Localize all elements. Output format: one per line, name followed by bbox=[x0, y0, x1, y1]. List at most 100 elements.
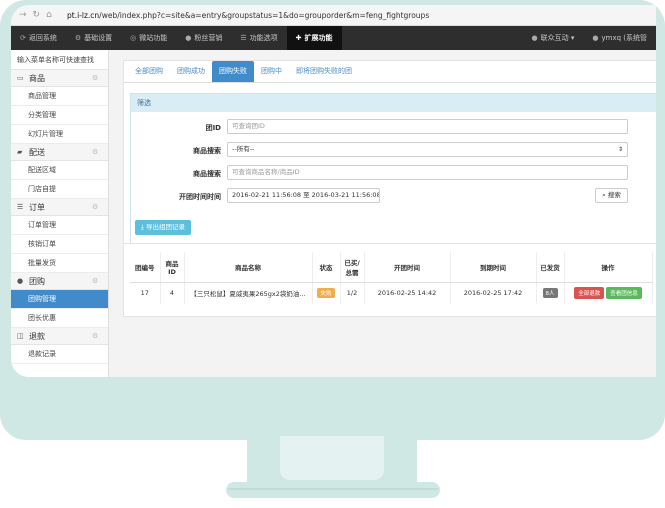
col-group-no: 团编号 bbox=[130, 252, 161, 283]
shipped-badge: 8人 bbox=[542, 288, 558, 299]
sidebar-item-order-manage[interactable]: 订单管理 bbox=[11, 216, 108, 235]
url-host: pt.i-lz.cn bbox=[67, 10, 100, 20]
page: → ↻ ⌂ pt.i-lz.cn/web/index.php?c=site&a=… bbox=[0, 0, 665, 508]
sidebar-item-refund-records[interactable]: 退款记录 bbox=[11, 345, 108, 364]
nav-microsite[interactable]: ◎ 微站功能 bbox=[121, 26, 176, 50]
sidebar-item-batch-ship[interactable]: 批量发货 bbox=[11, 254, 108, 273]
col-product-id: 商品ID bbox=[160, 252, 185, 283]
gear-icon[interactable]: ⚙ bbox=[92, 332, 108, 340]
product-keyword-label: 商品搜索 bbox=[193, 170, 221, 178]
tab-all[interactable]: 全部团购 bbox=[128, 61, 170, 82]
gear-icon[interactable]: ⚙ bbox=[92, 74, 108, 82]
top-right-menu: ● 联众互动 ▾ ● ymxq (系统管 bbox=[523, 26, 656, 50]
monitor-stand-base-line bbox=[228, 488, 438, 490]
col-bought-total: 已买/总需 bbox=[340, 252, 365, 283]
status-tabs: 全部团购 团购成功 团购失败 团购中 即将团购失败的团 bbox=[124, 61, 656, 83]
sidebar-group-delivery[interactable]: ▰ 配送 ⚙ bbox=[11, 144, 108, 161]
sidebar-group-group-buy[interactable]: ● 团购 ⚙ bbox=[11, 273, 108, 290]
nav-function-options[interactable]: ☰ 功能选项 bbox=[231, 26, 286, 50]
sidebar: 输入菜单名称可快速查找 ▭ 商品 ⚙ 商品管理 分类管理 幻灯片管理 ▰ 配送 ⚙ 配送… bbox=[11, 50, 109, 377]
sidebar-item-delivery-area[interactable]: 配送区域 bbox=[11, 161, 108, 180]
group-table-panel: 团编号 商品ID 商品名称 状态 已买/总需 开团时间 到期时间 已发货 操作 bbox=[123, 243, 656, 317]
cell-expire-time: 2016-02-25 17:42 bbox=[450, 282, 537, 304]
menu-search-input[interactable]: 输入菜单名称可快速查找 bbox=[11, 50, 108, 70]
download-icon: ⤓ bbox=[141, 223, 144, 231]
view-group-info-button[interactable]: 查看团信息 bbox=[606, 287, 642, 300]
sidebar-item-leader-discount[interactable]: 团长优惠 bbox=[11, 309, 108, 328]
table-header-row: 团编号 商品ID 商品名称 状态 已买/总需 开团时间 到期时间 已发货 操作 bbox=[130, 252, 653, 283]
export-button[interactable]: ⤓ 导出组团记录 bbox=[135, 220, 191, 235]
chevron-updown-icon: ⇕ bbox=[617, 146, 623, 153]
search-icon: ⌕ bbox=[602, 191, 606, 199]
sidebar-item-store-pickup[interactable]: 门店自提 bbox=[11, 180, 108, 199]
cell-group-no: 17 bbox=[130, 282, 161, 304]
cell-product-id: 4 bbox=[160, 282, 185, 304]
inbox-icon: ▭ bbox=[17, 74, 24, 82]
nav-extensions[interactable]: ✚ 扩展功能 bbox=[286, 26, 342, 50]
sidebar-item-verify-orders[interactable]: 核销订单 bbox=[11, 235, 108, 254]
home-icon[interactable]: ⌂ bbox=[46, 10, 52, 20]
tab-success[interactable]: 团购成功 bbox=[170, 61, 212, 82]
users-icon: ● bbox=[185, 34, 192, 42]
product-search-select[interactable]: --所有-- ⇕ bbox=[227, 142, 628, 157]
filter-panel: 筛选 团ID 可查询团ID 商品搜索 --所有-- ⇕ 商品搜索 可查询商品名称/… bbox=[130, 93, 656, 245]
monitor-stand-highlight bbox=[280, 436, 384, 480]
gear-icon: ⚙ bbox=[74, 34, 82, 42]
screen: → ↻ ⌂ pt.i-lz.cn/web/index.php?c=site&a=… bbox=[11, 5, 656, 377]
cell-open-time: 2016-02-25 14:42 bbox=[364, 282, 451, 304]
product-search-label: 商品搜索 bbox=[193, 147, 221, 155]
tab-failed[interactable]: 团购失败 bbox=[212, 61, 254, 82]
open-time-label: 开团时间时间 bbox=[179, 193, 221, 201]
col-actions: 操作 bbox=[564, 252, 653, 283]
cell-bought-total: 1/2 bbox=[340, 282, 365, 304]
search-button[interactable]: ⌕ 搜索 bbox=[595, 188, 628, 203]
nav-fan-marketing[interactable]: ● 粉丝营销 bbox=[176, 26, 231, 50]
open-time-range-picker[interactable]: 2016-02-21 11:56:08 至 2016-03-21 11:56:0… bbox=[227, 188, 380, 203]
table-row: 17 4 【三只松鼠】夏威夷果265gx2袋奶油... 失败 1/2 2016-… bbox=[130, 282, 653, 304]
user-icon: ● bbox=[592, 34, 599, 42]
back-arrow-icon[interactable]: → bbox=[19, 10, 27, 20]
status-badge: 失败 bbox=[317, 288, 335, 299]
nav-basic-settings[interactable]: ⚙ 基础设置 bbox=[66, 26, 121, 50]
col-product-name: 商品名称 bbox=[184, 252, 313, 283]
globe-icon: ◎ bbox=[130, 34, 137, 42]
users-icon: ● bbox=[531, 34, 538, 42]
top-navigation: ⟳ 返回系统 ⚙ 基础设置 ◎ 微站功能 ● 粉丝营销 ☰ 功能选项 ✚ 扩展功能 ● 联众互… bbox=[11, 26, 656, 50]
filter-title: 筛选 bbox=[131, 94, 656, 112]
gear-icon[interactable]: ⚙ bbox=[92, 277, 108, 285]
tab-in-progress[interactable]: 团购中 bbox=[254, 61, 289, 82]
group-table: 团编号 商品ID 商品名称 状态 已买/总需 开团时间 到期时间 已发货 操作 bbox=[130, 252, 653, 304]
nav-return-system[interactable]: ⟳ 返回系统 bbox=[11, 26, 66, 50]
product-keyword-input[interactable]: 可查询商品名称/商品ID bbox=[227, 165, 628, 180]
sidebar-item-goods-manage[interactable]: 商品管理 bbox=[11, 87, 108, 106]
list-icon: ☰ bbox=[17, 203, 24, 211]
col-expire-time: 到期时间 bbox=[450, 252, 537, 283]
gear-icon[interactable]: ⚙ bbox=[92, 148, 108, 156]
sidebar-group-orders[interactable]: ☰ 订单 ⚙ bbox=[11, 199, 108, 216]
account-dropdown[interactable]: ● 联众互动 ▾ bbox=[523, 26, 584, 50]
reload-icon[interactable]: ↻ bbox=[33, 10, 41, 20]
group-id-label: 团ID bbox=[205, 124, 221, 132]
list-icon: ☰ bbox=[240, 34, 247, 42]
cell-product-name: 【三只松鼠】夏威夷果265gx2袋奶油... bbox=[184, 282, 313, 304]
gear-icon[interactable]: ⚙ bbox=[92, 203, 108, 211]
truck-icon: ▰ bbox=[17, 148, 23, 156]
url-input[interactable]: pt.i-lz.cn/web/index.php?c=site&a=entry&… bbox=[67, 11, 429, 20]
col-status: 状态 bbox=[312, 252, 341, 283]
col-shipped: 已发货 bbox=[536, 252, 565, 283]
monitor-stand-base bbox=[226, 482, 440, 498]
tab-about-to-fail[interactable]: 即将团购失败的团 bbox=[289, 61, 359, 82]
col-open-time: 开团时间 bbox=[364, 252, 451, 283]
sidebar-item-group-manage[interactable]: 团购管理 bbox=[11, 290, 108, 309]
browser-address-bar: → ↻ ⌂ pt.i-lz.cn/web/index.php?c=site&a=… bbox=[11, 5, 656, 26]
refund-all-button[interactable]: 全部退款 bbox=[574, 287, 605, 300]
sidebar-item-category-manage[interactable]: 分类管理 bbox=[11, 106, 108, 125]
browser-nav-buttons: → ↻ ⌂ bbox=[19, 10, 63, 20]
user-menu[interactable]: ● ymxq (系统管 bbox=[583, 26, 656, 50]
sidebar-item-slideshow-manage[interactable]: 幻灯片管理 bbox=[11, 125, 108, 144]
group-id-input[interactable]: 可查询团ID bbox=[227, 119, 628, 134]
sidebar-group-goods[interactable]: ▭ 商品 ⚙ bbox=[11, 70, 108, 87]
sidebar-group-refund[interactable]: ◫ 退款 ⚙ bbox=[11, 328, 108, 345]
main-content: 全部团购 团购成功 团购失败 团购中 即将团购失败的团 筛选 团ID 可查询团I… bbox=[109, 50, 656, 377]
refresh-icon: ⟳ bbox=[20, 34, 26, 42]
